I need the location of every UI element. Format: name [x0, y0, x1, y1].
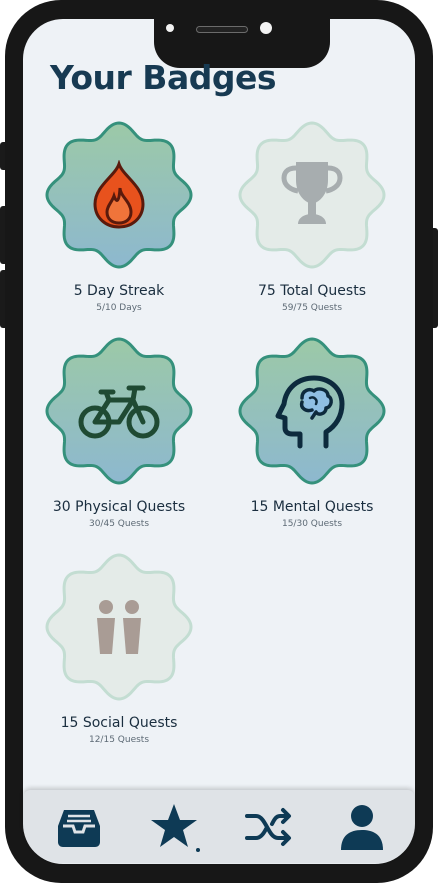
active-tab-indicator: [196, 848, 200, 852]
badge-name: 15 Mental Quests: [250, 499, 374, 515]
nav-profile-button[interactable]: [337, 802, 387, 852]
nav-inbox-button[interactable]: [54, 802, 104, 852]
nav-shuffle-button[interactable]: [244, 802, 294, 852]
inbox-tray-icon: [58, 810, 100, 847]
badge-name: 30 Physical Quests: [52, 499, 186, 515]
front-camera: [166, 24, 174, 32]
flame-icon: [93, 160, 145, 229]
badge-75-total-quests[interactable]: 75 Total Quests 59/75 Quests: [222, 120, 402, 330]
badge-progress: 59/75 Quests: [281, 303, 343, 313]
brain-head-icon: [275, 375, 345, 449]
bicycle-icon: [78, 385, 160, 439]
trophy-icon: [281, 162, 343, 224]
star-icon: [151, 804, 197, 847]
badge-5-day-streak[interactable]: 5 Day Streak 5/10 Days: [29, 120, 209, 330]
badge-progress: 5/10 Days: [96, 303, 142, 313]
nav-badges-button[interactable]: [149, 802, 199, 852]
shuffle-icon: [245, 808, 291, 846]
badge-progress: 12/15 Quests: [88, 735, 150, 745]
badge-15-mental-quests[interactable]: 15 Mental Quests 15/30 Quests: [222, 336, 402, 546]
badge-progress: 30/45 Quests: [88, 519, 150, 529]
page-title: Your Badges: [50, 58, 276, 97]
people-icon: [97, 600, 141, 654]
earpiece-speaker: [196, 26, 248, 33]
front-sensor: [260, 22, 272, 34]
badge-30-physical-quests[interactable]: 30 Physical Quests 30/45 Quests: [29, 336, 209, 546]
badge-15-social-quests[interactable]: 15 Social Quests 12/15 Quests: [29, 552, 209, 762]
badge-name: 15 Social Quests: [60, 715, 178, 731]
badge-progress: 15/30 Quests: [281, 519, 343, 529]
badge-name: 5 Day Streak: [73, 283, 165, 299]
badge-name: 75 Total Quests: [258, 283, 366, 299]
bottom-nav-bar: [24, 790, 414, 863]
user-profile-icon: [341, 805, 383, 850]
